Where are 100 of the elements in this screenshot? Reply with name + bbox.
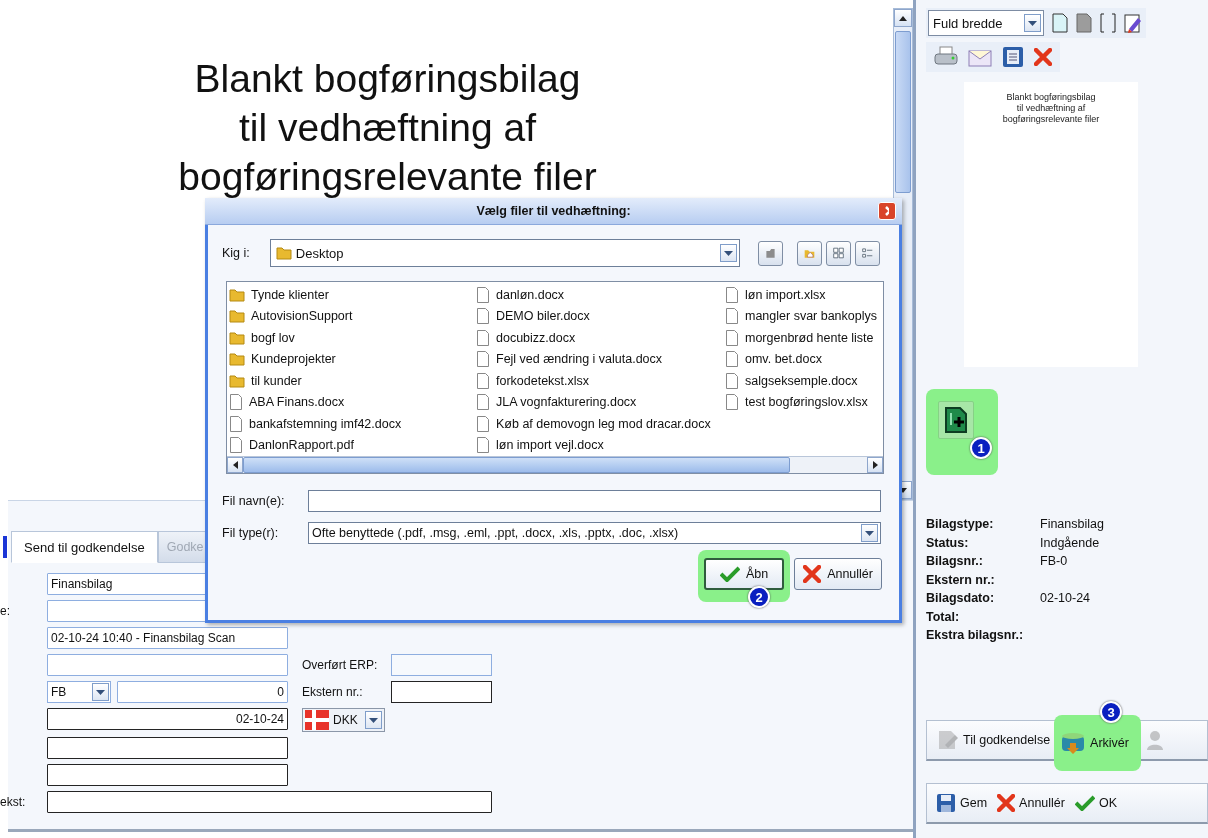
text-field[interactable]: 02-10-24 10:40 - Finansbilag Scan [47, 627, 288, 649]
delete-icon [1034, 48, 1052, 66]
dialog-title: Vælg filer til vedhæftning: [476, 204, 631, 218]
cancel-button[interactable]: Annullér [994, 794, 1068, 812]
file-icon [229, 437, 243, 454]
folder-item[interactable]: Kundeprojekter [229, 348, 476, 370]
file-item[interactable]: Fejl ved ændring i valuta.docx [476, 348, 725, 370]
file-item[interactable]: test bogføringslov.xlsx [725, 391, 883, 413]
page-icon[interactable] [1052, 13, 1068, 33]
page-margins-icon[interactable] [1100, 13, 1116, 33]
scroll-up-arrow-icon[interactable] [899, 15, 907, 21]
file-icon [725, 286, 739, 303]
page-thumbnail[interactable]: Blankt bogføringsbilag til vedhæftning af bogføringsrelevante filer [964, 82, 1138, 367]
home-button[interactable] [796, 240, 822, 266]
folder-icon [229, 287, 245, 302]
text-field[interactable] [391, 681, 492, 703]
file-item[interactable]: løn import vejl.docx [476, 434, 725, 456]
file-icon [476, 351, 490, 368]
scroll-right-arrow-icon[interactable] [872, 461, 878, 469]
tab[interactable]: Send til godkendelse [11, 531, 158, 563]
file-item[interactable]: løn import.xlsx [725, 284, 883, 306]
file-item[interactable]: Køb af demovogn leg mod dracar.docx [476, 413, 725, 435]
save-button[interactable]: Gem [933, 793, 991, 813]
flag-icon [305, 710, 329, 730]
folder-icon [229, 309, 245, 324]
zoom-dropdown[interactable]: Fuld bredde [928, 10, 1044, 36]
file-icon [725, 372, 739, 389]
text-field[interactable] [47, 737, 288, 759]
info-label: Ekstern nr.: [926, 572, 996, 587]
cancel-button[interactable]: Annullér [794, 558, 882, 590]
folder-icon [229, 352, 245, 367]
file-item[interactable]: ABA Finans.docx [229, 391, 476, 413]
thumbnail-text: til vedhæftning af [1016, 103, 1086, 114]
check-icon [1074, 795, 1095, 811]
file-icon [476, 372, 490, 389]
file-item[interactable]: salgseksemple.docx [725, 370, 883, 392]
folder-dropdown[interactable]: Desktop [269, 239, 740, 267]
text-field[interactable] [47, 654, 288, 676]
thumbnail-text: Blankt bogføringsbilag [1006, 92, 1096, 103]
ok-button[interactable]: OK [1071, 795, 1121, 811]
series-dropdown[interactable]: FB [47, 681, 111, 703]
file-icon [725, 351, 739, 368]
file-item[interactable]: bankafstemning imf42.docx [229, 413, 476, 435]
edit-icon[interactable] [1124, 13, 1142, 33]
file-item[interactable]: danløn.docx [476, 284, 725, 306]
file-type-dropdown[interactable]: Ofte benyttede (.pdf, .msg, .eml, .ppt, .docx, .xls, .pptx, .doc, .xlsx) [308, 522, 881, 544]
info-value: Finansbilag [1040, 517, 1105, 531]
document-text: bogføringsrelevante filer [178, 154, 597, 200]
number-field[interactable]: 0 [117, 681, 288, 703]
details-view-button[interactable] [854, 240, 880, 266]
file-item[interactable]: morgenbrød hente liste [725, 327, 883, 349]
text-field[interactable] [47, 791, 492, 813]
file-icon [725, 308, 739, 325]
file-item[interactable]: omv. bet.docx [725, 348, 883, 370]
horizontal-scrollbar[interactable] [227, 456, 883, 473]
folder-item[interactable]: Tynde klienter [229, 284, 476, 306]
list-view-icon [861, 245, 873, 261]
scroll-left-arrow-icon[interactable] [232, 461, 238, 469]
file-icon [476, 286, 490, 303]
close-button[interactable] [878, 202, 896, 220]
info-label: Total: [926, 609, 961, 624]
file-item[interactable]: forkodetekst.xlsx [476, 370, 725, 392]
info-label: Ekstra bilagsnr.: [926, 628, 1025, 642]
text-field[interactable] [47, 764, 288, 786]
info-label: Status: [926, 535, 970, 550]
text-field[interactable]: 02-10-24 [47, 708, 288, 730]
attach-file-icon [945, 407, 967, 433]
archive-icon [1060, 731, 1087, 755]
file-item[interactable]: docubizz.docx [476, 327, 725, 349]
up-folder-button[interactable] [757, 240, 783, 266]
text-field[interactable] [391, 654, 492, 676]
workflow-button[interactable]: Arkivér [1056, 725, 1133, 761]
attach-button[interactable] [938, 401, 974, 439]
document-text: til vedhæftning af [239, 105, 536, 151]
field-label: Fil navn(e): [222, 494, 286, 508]
folder-item[interactable]: bogf lov [229, 327, 476, 349]
info-value: 02-10-24 [1040, 591, 1092, 605]
folder-item[interactable]: AutovisionSupport [229, 305, 476, 327]
cancel-icon [803, 565, 822, 583]
file-name-field[interactable] [308, 490, 881, 512]
file-item[interactable]: DEMO biler.docx [476, 305, 725, 327]
document-pen-icon [937, 729, 959, 751]
file-icon [476, 394, 490, 411]
printer-icon[interactable] [934, 46, 958, 68]
page-icon[interactable] [1076, 13, 1092, 33]
document-text: Blankt bogføringsbilag [194, 56, 581, 102]
currency-dropdown[interactable]: DKK [302, 708, 385, 732]
open-button[interactable]: Åbn [704, 558, 785, 590]
info-value: Indgående [1040, 535, 1101, 550]
field-label: ekst: [0, 795, 27, 809]
file-item[interactable]: mangler svar bankoplys [725, 305, 883, 327]
grid-view-icon [832, 245, 844, 261]
step-badge: 3 [1100, 701, 1123, 723]
file-item[interactable]: DanlonRapport.pdf [229, 434, 476, 456]
folder-item[interactable]: til kunder [229, 370, 476, 392]
check-icon [720, 566, 740, 582]
file-icon [476, 308, 490, 325]
file-icon [476, 329, 490, 346]
file-item[interactable]: JLA vognfakturering.docx [476, 391, 725, 413]
icon-view-button[interactable] [825, 240, 851, 266]
